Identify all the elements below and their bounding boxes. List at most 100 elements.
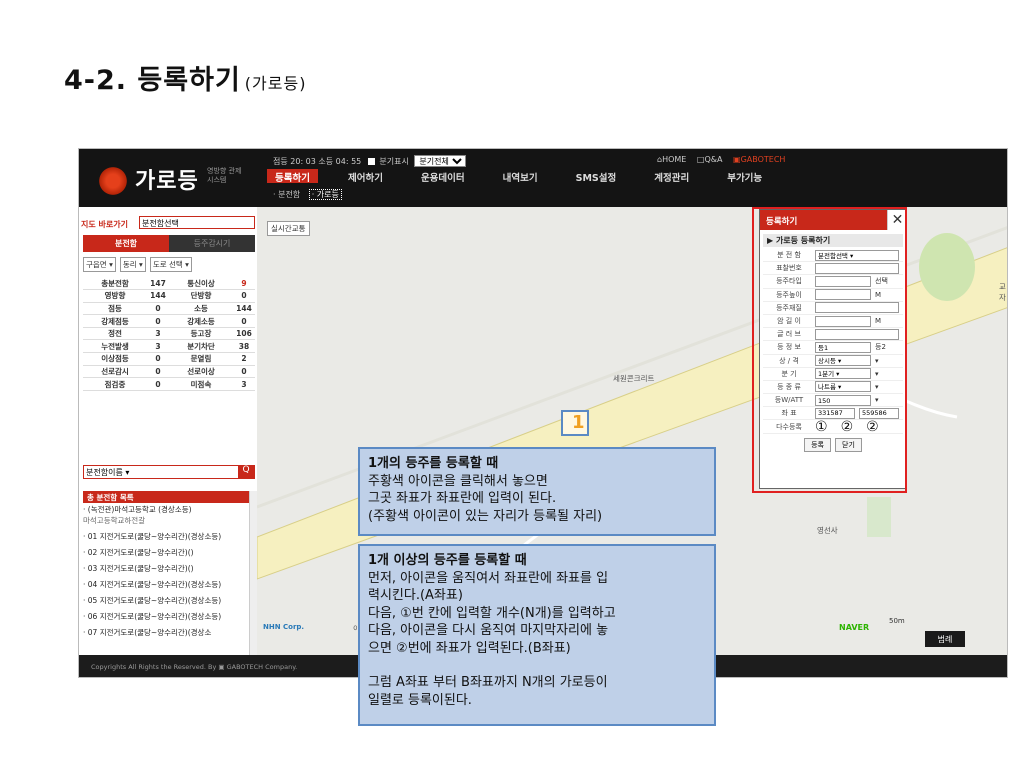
list-item-title: · (녹전관)마석고등학교 (경상소등) bbox=[83, 505, 192, 514]
qa-link[interactable]: □Q&A bbox=[697, 155, 723, 164]
callout2-line2: 력시킨다.(A좌표) bbox=[368, 588, 463, 603]
list-item-sub: 마석고등학교하전갈 bbox=[83, 516, 146, 525]
stat-value: 106 bbox=[233, 327, 255, 341]
stat-value: 0 bbox=[233, 289, 255, 303]
list-item-title: · 07 지전거도로(쿨당~양수리간)(경상소 bbox=[83, 628, 212, 637]
list-item[interactable]: · (녹전관)마석고등학교 (경상소등) 마석고등학교하전갈 bbox=[83, 504, 249, 526]
branch-display-checkbox[interactable] bbox=[367, 158, 375, 165]
list-item[interactable]: · 01 지전거도로(쿨당~양수리간)(경상소등) bbox=[83, 531, 249, 542]
stat-label: 선로이상 bbox=[169, 365, 233, 379]
map-label-temple: 영선사 bbox=[817, 526, 838, 535]
stat-label: 강제소등 bbox=[169, 314, 233, 328]
list-item[interactable]: · 03 지전거도로(쿨당~양수리간)() bbox=[83, 563, 249, 574]
list-item[interactable]: · 06 지전거도로(쿨당~양수리간)(경상소등) bbox=[83, 611, 249, 622]
panel-select[interactable]: 분전함선택 bbox=[139, 216, 255, 229]
logo-text: 가로등 bbox=[135, 169, 199, 194]
list-item-title: · 01 지전거도로(쿨당~양수리간)(경상소등) bbox=[83, 532, 222, 541]
tab-panel[interactable]: 분전함 bbox=[83, 235, 169, 252]
stat-label: 영방향 bbox=[83, 289, 147, 303]
gabotech-link[interactable]: ▣GABOTECH bbox=[733, 155, 785, 164]
callout2-line6: 그럼 A좌표 부터 B좌표까지 N개의 가로등이 bbox=[368, 675, 608, 690]
map-scale: 50m bbox=[889, 617, 905, 625]
stat-label: 선로감시 bbox=[83, 365, 147, 379]
callout1-title: 1개의 등주를 등록할 때 bbox=[368, 456, 499, 471]
list-item-title: · 04 지전거도로(쿨당~양수리간)(경상소등) bbox=[83, 580, 222, 589]
stat-value: 0 bbox=[147, 302, 169, 316]
stat-value: 3 bbox=[147, 327, 169, 341]
panel-search[interactable]: 분전함이름 ▾ Q bbox=[83, 465, 255, 479]
stat-value: 3 bbox=[233, 377, 255, 391]
stat-value: 0 bbox=[147, 314, 169, 328]
stat-value: 3 bbox=[147, 339, 169, 354]
marker-icon[interactable]: 1 bbox=[572, 412, 585, 433]
top-links: ⌂HOME □Q&A ▣GABOTECH bbox=[657, 155, 793, 164]
stat-label: 총분전함 bbox=[83, 277, 147, 291]
slide-title-suffix: (가로등) bbox=[244, 74, 307, 93]
nav-sms[interactable]: SMS설정 bbox=[568, 169, 625, 184]
callout2-line7: 일렬로 등록이된다. bbox=[368, 692, 472, 708]
stat-label: 단방향 bbox=[169, 289, 233, 303]
traffic-button[interactable]: 실시간교통 bbox=[267, 221, 310, 236]
callout2-line1: 먼저, 아이콘을 움직여서 좌표란에 좌표를 입 bbox=[368, 570, 609, 586]
stats-row: 점등 0 소등 144 bbox=[83, 302, 255, 316]
search-select[interactable]: 분전함이름 ▾ bbox=[86, 468, 129, 477]
list-item[interactable]: · 02 지전거도로(쿨당~양수리간)() bbox=[83, 547, 249, 558]
util-bar: 점등 20: 03 소등 04: 55 분기표시 분기전체 bbox=[273, 155, 467, 167]
stat-label: 강제점등 bbox=[83, 314, 147, 328]
pole-marker[interactable]: 1 bbox=[561, 410, 589, 436]
stat-value: 0 bbox=[147, 377, 169, 391]
stat-value: 0 bbox=[147, 365, 169, 379]
search-icon[interactable]: Q bbox=[238, 465, 254, 479]
panel-list: · (녹전관)마석고등학교 (경상소등) 마석고등학교하전갈 · 01 지전거도로(… bbox=[83, 504, 249, 643]
nav-extra[interactable]: 부가기능 bbox=[719, 169, 770, 184]
stat-label: 문열림 bbox=[169, 352, 233, 366]
callout-single: 1개의 등주를 등록할 때 주황색 아이콘을 클릭해서 놓으면 그곳 좌표가 좌… bbox=[358, 447, 716, 536]
filter-village[interactable]: 동리 ▾ bbox=[119, 257, 146, 272]
naver-logo: NAVER bbox=[839, 623, 870, 632]
nav-opdata[interactable]: 운용데이터 bbox=[413, 169, 473, 184]
list-item[interactable]: · 05 지전거도로(쿨당~양수리간)(경상소등) bbox=[83, 595, 249, 606]
stat-value: 0 bbox=[233, 314, 255, 328]
callout1-line3: (주황색 아이콘이 있는 자리가 등록될 자리) bbox=[368, 508, 603, 524]
stat-label: 누전발생 bbox=[83, 339, 147, 354]
logo-icon bbox=[97, 165, 129, 197]
map-shortcut-label: 지도 바로가기 bbox=[81, 220, 128, 229]
nav-history[interactable]: 내역보기 bbox=[495, 169, 546, 184]
list-item-title: · 03 지전거도로(쿨당~양수리간)() bbox=[83, 564, 194, 573]
sub-nav: · 분전함 · 가로등 bbox=[273, 189, 342, 200]
stat-label: 이상점등 bbox=[83, 352, 147, 366]
filter-road[interactable]: 도로 선택 ▾ bbox=[149, 257, 192, 272]
stats-row: 영방향 144 단방향 0 bbox=[83, 289, 255, 303]
tab-pole-monitor[interactable]: 등주감시기 bbox=[169, 235, 255, 252]
filter-district[interactable]: 구읍면 ▾ bbox=[83, 257, 116, 272]
branch-select[interactable]: 분기전체 bbox=[414, 155, 467, 167]
subnav-panel[interactable]: · 분전함 bbox=[273, 190, 300, 199]
stat-label: 정전 bbox=[83, 327, 147, 341]
app-header: 가로등 영방향 관제시스템 점등 20: 03 소등 04: 55 분기표시 분… bbox=[79, 149, 1007, 207]
map-label-concrete: 세원콘크리트 bbox=[613, 374, 655, 383]
callout2-line5: 으면 ②번에 좌표가 입력된다.(B좌표) bbox=[368, 640, 571, 656]
subnav-streetlight[interactable]: · 가로등 bbox=[308, 189, 342, 200]
stats-row: 총분전함 147 통신이상 9 bbox=[83, 277, 255, 291]
stats-row: 선로감시 0 선로이상 0 bbox=[83, 365, 255, 379]
callout1-line2: 그곳 좌표가 좌표란에 입력이 된다. bbox=[368, 491, 557, 506]
main-nav: 등록하기 제어하기 운용데이터 내역보기 SMS설정 계정관리 부가기능 bbox=[267, 169, 792, 184]
stat-label: 미점속 bbox=[169, 377, 233, 391]
map-label-edge: 교자 bbox=[999, 282, 1006, 302]
nav-account[interactable]: 계정관리 bbox=[646, 169, 697, 184]
stat-value: 144 bbox=[233, 302, 255, 316]
stat-label: 점등 bbox=[83, 302, 147, 316]
list-item-title: · 06 지전거도로(쿨당~양수리간)(경상소등) bbox=[83, 612, 222, 621]
callout1-line1: 주황색 아이콘을 클릭해서 놓으면 bbox=[368, 473, 548, 489]
list-item[interactable]: · 07 지전거도로(쿨당~양수리간)(경상소 bbox=[83, 627, 249, 638]
nav-register[interactable]: 등록하기 bbox=[267, 169, 318, 184]
list-header: 총 분전함 목록 bbox=[83, 491, 255, 503]
home-link[interactable]: ⌂HOME bbox=[657, 155, 686, 164]
list-item[interactable]: · 04 지전거도로(쿨당~양수리간)(경상소등) bbox=[83, 579, 249, 590]
stats-row: 이상점등 0 문열림 2 bbox=[83, 352, 255, 366]
legend-button[interactable]: 범례 bbox=[925, 631, 965, 647]
highlight-box bbox=[752, 207, 907, 493]
nav-control[interactable]: 제어하기 bbox=[340, 169, 391, 184]
stat-value: 9 bbox=[233, 277, 255, 291]
list-scrollbar[interactable] bbox=[249, 491, 257, 677]
